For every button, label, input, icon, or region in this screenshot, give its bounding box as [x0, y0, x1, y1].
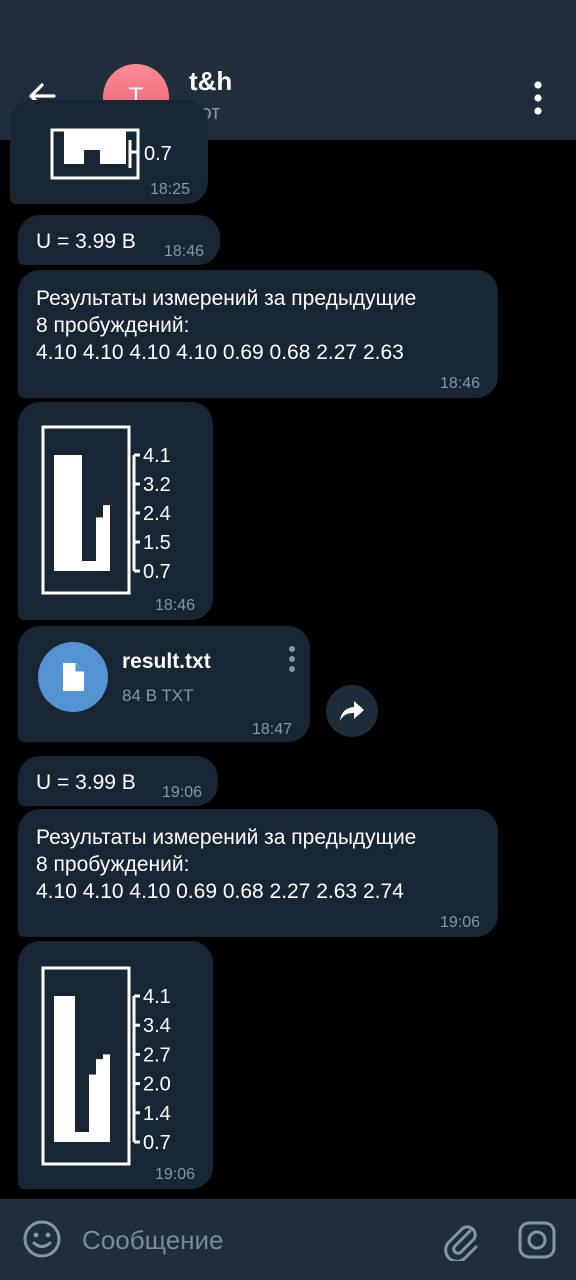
chart-bar [103, 505, 110, 571]
chart-bar [96, 517, 103, 571]
chart-bar [89, 1074, 96, 1142]
menu-button[interactable] [520, 76, 556, 120]
message-time: 19:06 [154, 1166, 195, 1183]
camera-icon [518, 1221, 556, 1259]
y-tick-label: 3.4 [143, 1015, 171, 1037]
message-line-2: 8 пробуждений: [36, 314, 190, 337]
message-time: 19:06 [439, 914, 480, 931]
y-tick-label: 3.2 [143, 474, 171, 496]
file-meta: 84 B TXT [122, 686, 194, 705]
message-time: 18:46 [154, 597, 195, 614]
voltage-chart: 4.1 3.2 2.4 1.5 0.7 [40, 424, 205, 604]
chart-bar [82, 561, 89, 571]
voltage-message[interactable]: U = 3.99 В 18:46 [18, 215, 220, 265]
y-tick-label: 1.5 [143, 532, 171, 554]
message-time: 19:06 [161, 784, 202, 801]
y-tick-label: 0.7 [144, 143, 172, 165]
chart-bar [89, 561, 96, 571]
share-button[interactable] [326, 685, 378, 737]
y-tick-label: 2.0 [143, 1074, 171, 1096]
emoji-button[interactable] [22, 1219, 62, 1259]
chart-bar [68, 455, 75, 571]
status-bar [0, 0, 576, 54]
y-tick-label: 4.1 [143, 445, 171, 467]
message-text: U = 3.99 В [36, 230, 136, 253]
file-menu-button[interactable] [286, 644, 298, 674]
y-tick-label: 0.7 [143, 1132, 171, 1154]
chart-fragment: 0.7 [32, 100, 212, 184]
file-download-button[interactable] [38, 642, 108, 712]
y-tick-label: 0.7 [143, 561, 171, 583]
chart-message[interactable]: 0.7 18:25 [10, 100, 208, 204]
file-message[interactable]: result.txt 84 B TXT 18:47 [18, 626, 310, 742]
chart-bar [75, 455, 82, 571]
results-message[interactable]: Результаты измерений за предыдущие 8 про… [18, 809, 498, 937]
message-input[interactable] [80, 1219, 424, 1261]
message-time: 18:25 [149, 181, 190, 198]
file-name: result.txt [122, 650, 211, 673]
message-line-3: 4.10 4.10 4.10 4.10 0.69 0.68 2.27 2.63 [36, 341, 404, 364]
camera-button[interactable] [516, 1219, 558, 1261]
chart-bar [82, 1132, 89, 1142]
share-icon [340, 701, 364, 721]
message-time: 18:47 [251, 721, 292, 738]
y-tick-label: 1.4 [143, 1103, 171, 1125]
chart-message[interactable]: 4.1 3.4 2.7 2.0 1.4 0.7 19:06 [18, 941, 213, 1189]
file-icon [63, 663, 84, 691]
y-tick-label: 2.7 [143, 1044, 171, 1066]
chart-message[interactable]: 4.1 3.2 2.4 1.5 0.7 18:46 [18, 402, 213, 620]
message-line-1: Результаты измерений за предыдущие [36, 826, 417, 849]
chart-bar [54, 455, 61, 571]
chart-bar [68, 996, 75, 1142]
message-text: U = 3.99 В [36, 771, 136, 794]
chart-bar [96, 1059, 103, 1142]
chart-bar [103, 1054, 110, 1142]
message-time: 18:46 [163, 243, 204, 260]
message-composer [0, 1199, 576, 1280]
chart-bar [61, 996, 68, 1142]
chart-bar [61, 455, 68, 571]
more-vertical-icon [534, 81, 542, 115]
more-vertical-icon [289, 646, 295, 672]
y-tick-label: 4.1 [143, 986, 171, 1008]
message-line-2: 8 пробуждений: [36, 853, 190, 876]
message-line-3: 4.10 4.10 4.10 0.69 0.68 2.27 2.63 2.74 [36, 880, 404, 903]
chart-bar [75, 1132, 82, 1142]
y-tick-label: 2.4 [143, 503, 171, 525]
chart-bar [54, 996, 61, 1142]
emoji-icon [23, 1220, 61, 1258]
voltage-message[interactable]: U = 3.99 В 19:06 [18, 756, 218, 806]
attach-button[interactable] [440, 1219, 482, 1263]
voltage-chart: 4.1 3.4 2.7 2.0 1.4 0.7 [40, 965, 205, 1171]
message-line-1: Результаты измерений за предыдущие [36, 287, 417, 310]
chat-title[interactable]: t&h [189, 66, 232, 97]
results-message[interactable]: Результаты измерений за предыдущие 8 про… [18, 270, 498, 398]
message-time: 18:46 [439, 375, 480, 392]
paperclip-icon [444, 1225, 478, 1263]
